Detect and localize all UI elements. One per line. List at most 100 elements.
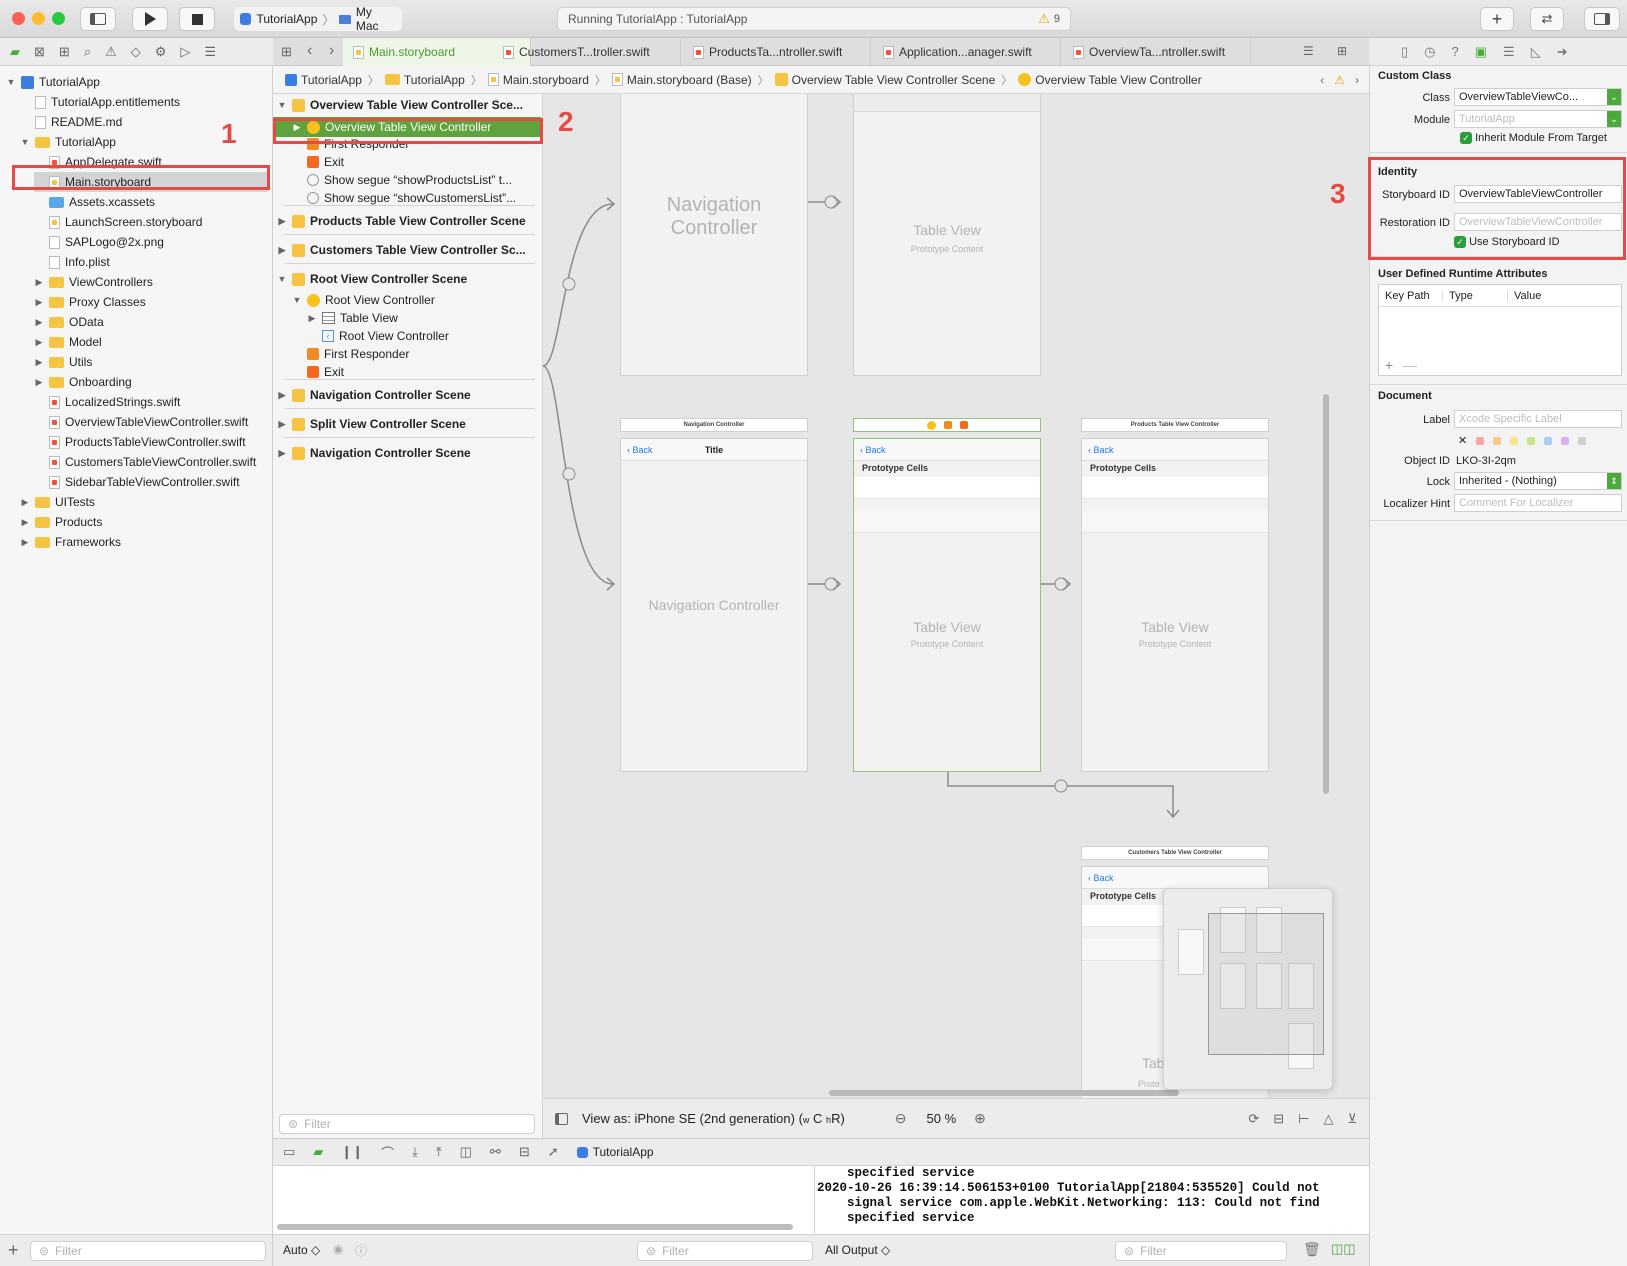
report-icon[interactable]: ☰ [204,44,216,60]
split-editor-icon[interactable]: ⊞ [1337,44,1347,58]
breakpoints-toggle-icon[interactable]: ▰ [313,1144,323,1160]
outline-scene-row[interactable]: ▼ Root View Controller Scene [273,270,541,288]
navigator-item[interactable]: ▶ OData [34,312,104,332]
disclosure-closed-icon[interactable]: ▶ [20,517,30,528]
library-button[interactable]: + [1480,7,1514,31]
document-label-field[interactable]: Xcode Specific Label [1454,410,1622,428]
navigator-item[interactable]: ▶ UITests [20,492,95,512]
size-inspector-icon[interactable]: ◺ [1531,44,1541,60]
test-icon[interactable]: ◇ [131,44,141,60]
breadcrumb-item[interactable]: Overview Table View Controller [1018,73,1202,87]
runtime-attributes-table[interactable]: Key Path Type Value + — [1378,284,1622,376]
split-console-icon[interactable]: ◫◫ [1331,1241,1356,1257]
console-filter-field[interactable]: ⊜ Filter [1115,1241,1287,1261]
editor-tab[interactable]: CustomersT...troller.swift [493,38,681,66]
step-over-icon[interactable]: ⌒ [381,1143,394,1162]
navigator-item[interactable]: ▶ Onboarding [34,372,132,392]
disclosure-open-icon[interactable]: ▼ [277,274,287,284]
issue-icon[interactable]: ⚠ [105,44,117,60]
breadcrumb-item[interactable]: TutorialApp [285,73,362,87]
warning-icon[interactable]: ⚠ [1038,11,1050,27]
run-button[interactable] [132,7,168,31]
breadcrumb-item[interactable]: TutorialApp [384,73,465,87]
stop-button[interactable] [179,7,215,31]
navigator-item[interactable]: LocalizedStrings.swift [34,392,180,412]
color-swatch-blue[interactable] [1544,436,1553,445]
outline-row[interactable]: ‹ Root View Controller [273,327,541,345]
outline-row[interactable]: Exit [273,153,541,171]
breadcrumb-item[interactable]: Main.storyboard [487,73,589,87]
memory-graph-icon[interactable]: ⚯ [490,1144,501,1160]
outline-row[interactable]: Exit [273,363,541,381]
editor-options-icon[interactable]: ☰ [1303,44,1314,58]
root-table-view-scene[interactable]: Table View Prototype Content [853,94,1041,376]
breakpoint-icon[interactable]: ▷ [180,44,190,60]
exit-dock-icon[interactable] [959,421,968,429]
hide-debug-area-icon[interactable]: ▭ [283,1144,295,1160]
debug-icon[interactable]: ⚙ [155,44,167,60]
device-selector[interactable]: View as: iPhone SE (2nd generation) (w C… [582,1111,845,1126]
overview-table-view-controller-scene[interactable]: ‹ Back Prototype Cells Table View Protot… [853,438,1041,772]
chevron-down-icon[interactable]: ⌄ [1607,89,1621,105]
inspector-toggle-button[interactable] [1584,7,1620,31]
step-out-icon[interactable]: ⤒ [436,1144,442,1160]
outline-row[interactable]: Show segue “showProductsList” t... [273,171,541,189]
info-icon[interactable]: ⓘ [355,1242,367,1259]
step-into-icon[interactable]: ⤓ [412,1144,418,1160]
zoom-in-icon[interactable]: ⊕ [974,1110,986,1127]
navigator-item[interactable]: LaunchScreen.storyboard [34,212,202,232]
variables-scope-selector[interactable]: Auto ◇ [283,1243,320,1257]
simulate-location-icon[interactable]: ➚ [548,1144,559,1160]
console-output[interactable]: specified service 2020-10-26 16:39:14.50… [815,1166,1369,1234]
variables-view[interactable] [273,1166,815,1234]
minus-icon[interactable]: — [1403,357,1417,373]
code-review-button[interactable]: ⇄ [1530,7,1564,31]
vc-dock-icon[interactable] [926,420,936,430]
disclosure-open-icon[interactable]: ▼ [277,100,287,110]
value-column-header[interactable]: Value [1508,290,1541,302]
canvas-minimap[interactable] [1163,888,1333,1090]
color-swatch-red[interactable] [1476,436,1485,445]
minimize-window-button[interactable] [32,12,45,25]
disclosure-closed-icon[interactable]: ▶ [34,317,44,328]
outline-scene-row[interactable]: ▶ Customers Table View Controller Sc... [273,241,541,259]
embed-in-icon[interactable]: ⊻ [1347,1111,1357,1127]
zoom-window-button[interactable] [52,12,65,25]
navigator-item[interactable]: SAPLogo@2x.png [34,232,164,252]
search-icon[interactable]: ⌕ [84,44,91,60]
disclosure-closed-icon[interactable]: ▶ [34,277,44,288]
add-file-icon[interactable]: + [8,1240,19,1261]
variables-scrollbar[interactable] [277,1224,793,1230]
outline-row[interactable]: ▼ Root View Controller [273,291,541,309]
variables-filter-field[interactable]: ⊜ Filter [637,1241,813,1261]
disclosure-closed-icon[interactable]: ▶ [277,245,287,256]
grid-icon[interactable]: ⊞ [281,44,292,60]
navigator-item[interactable]: ▶ Frameworks [20,532,121,552]
breadcrumb-item[interactable]: Overview Table View Controller Scene [774,73,995,87]
warning-count[interactable]: 9 [1054,13,1060,25]
connections-inspector-icon[interactable]: ➜ [1557,44,1568,60]
zoom-out-icon[interactable]: ⊖ [895,1110,907,1127]
pause-icon[interactable]: ❙❙ [341,1144,363,1160]
identity-inspector-icon[interactable]: ▣ [1475,44,1487,60]
navigator-item[interactable]: README.md [20,112,122,132]
source-control-icon[interactable]: ⊠ [34,44,45,60]
resolve-issues-icon[interactable]: △ [1323,1111,1333,1127]
folder-icon[interactable]: ▰ [10,44,20,60]
disclosure-closed-icon[interactable]: ▶ [277,419,287,430]
navigation-controller-scene[interactable]: ‹ Back Title Navigation Controller [620,438,808,772]
navigator-toggle-button[interactable] [80,7,116,31]
type-column-header[interactable]: Type [1443,289,1508,302]
outline-row[interactable]: First Responder [273,345,541,363]
disclosure-closed-icon[interactable]: ▶ [34,297,44,308]
localizer-hint-field[interactable]: Comment For Localizer [1454,494,1622,512]
clear-color-icon[interactable]: ✕ [1458,434,1467,447]
outline-scene-row[interactable]: ▶ Navigation Controller Scene [273,386,541,404]
outline-toggle-icon[interactable] [555,1112,568,1125]
forward-chevron-icon[interactable]: › [329,42,334,60]
minimap-viewport[interactable] [1208,913,1324,1055]
disclosure-closed-icon[interactable]: ▶ [34,357,44,368]
plus-icon[interactable]: + [1385,357,1393,373]
console-output-selector[interactable]: All Output ◇ [825,1243,890,1257]
chevron-down-icon[interactable]: ⌄ [1607,111,1621,127]
